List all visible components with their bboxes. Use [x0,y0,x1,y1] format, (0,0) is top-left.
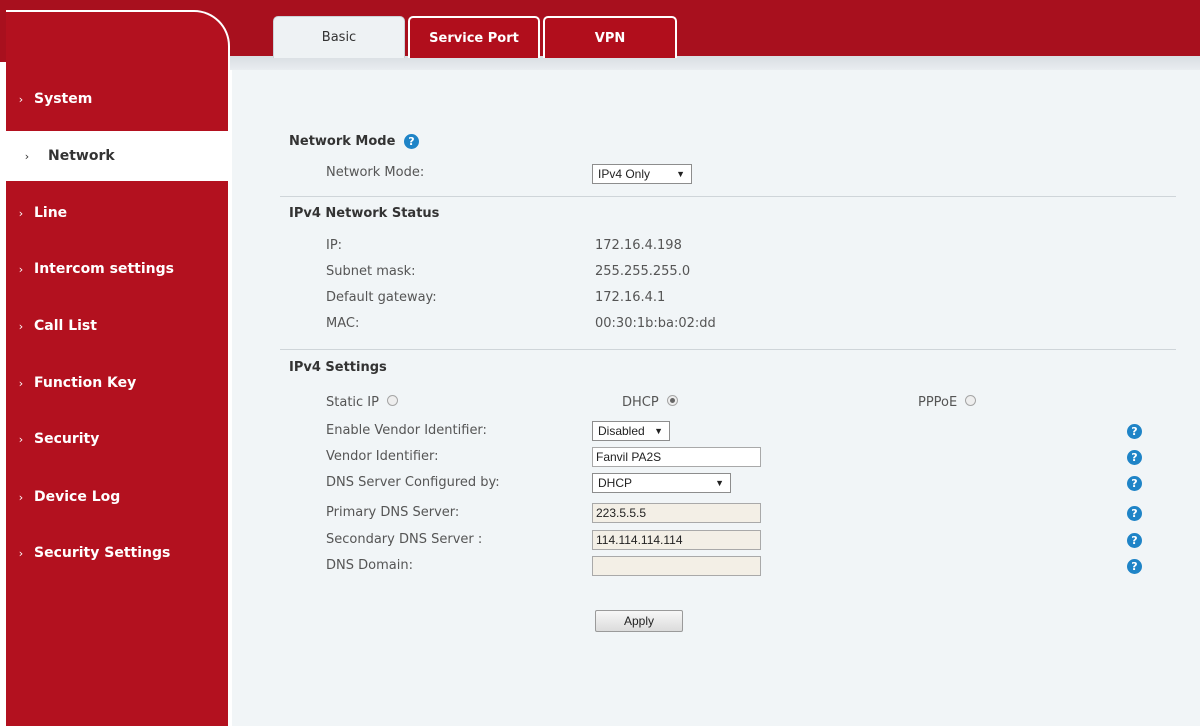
sidebar-item-security-settings[interactable]: › Security Settings [6,529,228,577]
static-ip-radio[interactable] [387,395,399,406]
chevron-right-icon: › [18,490,24,504]
chevron-right-icon: › [18,319,24,333]
chevron-right-icon: › [18,432,24,446]
default-gateway-label: Default gateway: [326,290,437,305]
static-ip-option: Static IP [326,395,399,410]
tab-vpn[interactable]: VPN [543,16,677,58]
dhcp-option: DHCP [622,395,678,410]
help-icon[interactable]: ? [403,134,419,149]
sidebar-item-label: Device Log [34,489,121,505]
chevron-right-icon: › [18,546,24,560]
header-shadow [228,56,1200,70]
primary-dns-input[interactable]: 223.5.5.5 [592,503,761,523]
help-icon[interactable]: ? [1127,559,1142,574]
sidebar-item-device-log[interactable]: › Device Log [6,473,228,521]
sidebar-item-line[interactable]: › Line [6,189,228,237]
apply-button[interactable]: Apply [595,610,683,632]
sidebar-item-intercom-settings[interactable]: › Intercom settings [6,245,228,293]
mac-value: 00:30:1b:ba:02:dd [595,316,716,331]
secondary-dns-input[interactable]: 114.114.114.114 [592,530,761,550]
enable-vendor-identifier-label: Enable Vendor Identifier: [326,423,487,438]
select-value: IPv4 Only [598,167,651,181]
section-title-text: Network Mode [289,134,396,149]
dropdown-arrow-icon: ▼ [676,169,685,179]
sidebar-item-system[interactable]: › System [6,75,228,123]
vendor-identifier-label: Vendor Identifier: [326,449,439,464]
chevron-right-icon: › [24,149,30,163]
divider [280,196,1176,197]
sidebar-item-label: Function Key [34,375,137,391]
help-icon[interactable]: ? [1127,506,1142,521]
static-ip-label: Static IP [326,395,379,410]
sidebar-item-label: Intercom settings [34,261,174,277]
dhcp-radio[interactable] [666,395,678,406]
dns-configured-by-label: DNS Server Configured by: [326,475,500,490]
divider [280,349,1176,350]
pppoe-label: PPPoE [918,395,958,410]
default-gateway-value: 172.16.4.1 [595,290,666,305]
tab-service-port[interactable]: Service Port [408,16,540,58]
mac-label: MAC: [326,316,360,331]
sidebar-item-network[interactable]: › Network [6,131,228,181]
subnet-mask-label: Subnet mask: [326,264,416,279]
ipv4-status-section-title: IPv4 Network Status [289,206,440,221]
select-value: DHCP [598,476,633,490]
sidebar-item-call-list[interactable]: › Call List [6,302,228,350]
tab-basic[interactable]: Basic [273,16,405,58]
primary-dns-label: Primary DNS Server: [326,505,460,520]
dns-configured-by-select[interactable]: DHCP ▼ [592,473,731,493]
ip-value: 172.16.4.198 [595,238,682,253]
help-icon[interactable]: ? [1127,533,1142,548]
help-icon[interactable]: ? [1127,476,1142,491]
sidebar-item-label: Security [34,431,100,447]
help-icon[interactable]: ? [1127,424,1142,439]
dropdown-arrow-icon: ▼ [715,478,724,488]
dns-domain-input[interactable] [592,556,761,576]
pppoe-radio[interactable] [965,395,977,406]
subnet-mask-value: 255.255.255.0 [595,264,691,279]
ip-label: IP: [326,238,343,253]
dropdown-arrow-icon: ▼ [654,426,663,436]
enable-vendor-identifier-select[interactable]: Disabled ▼ [592,421,670,441]
network-mode-select[interactable]: IPv4 Only ▼ [592,164,692,184]
chevron-right-icon: › [18,206,24,220]
sidebar: › System › Network › Line › Intercom set… [6,10,230,726]
sidebar-item-label: System [34,91,93,107]
sidebar-item-label: Line [34,205,68,221]
chevron-right-icon: › [18,376,24,390]
network-mode-section-title: Network Mode ? [289,134,419,149]
select-value: Disabled [598,424,645,438]
network-mode-label: Network Mode: [326,165,425,180]
pppoe-option: PPPoE [918,395,977,410]
sidebar-item-function-key[interactable]: › Function Key [6,359,228,407]
sidebar-item-security[interactable]: › Security [6,415,228,463]
secondary-dns-label: Secondary DNS Server : [326,532,483,547]
sidebar-item-label: Call List [34,318,97,334]
chevron-right-icon: › [18,92,24,106]
help-icon[interactable]: ? [1127,450,1142,465]
dhcp-label: DHCP [622,395,659,410]
dns-domain-label: DNS Domain: [326,558,413,573]
vendor-identifier-input[interactable]: Fanvil PA2S [592,447,761,467]
sidebar-item-label: Security Settings [34,545,171,561]
ipv4-settings-section-title: IPv4 Settings [289,360,387,375]
sidebar-item-label: Network [48,148,115,164]
chevron-right-icon: › [18,262,24,276]
